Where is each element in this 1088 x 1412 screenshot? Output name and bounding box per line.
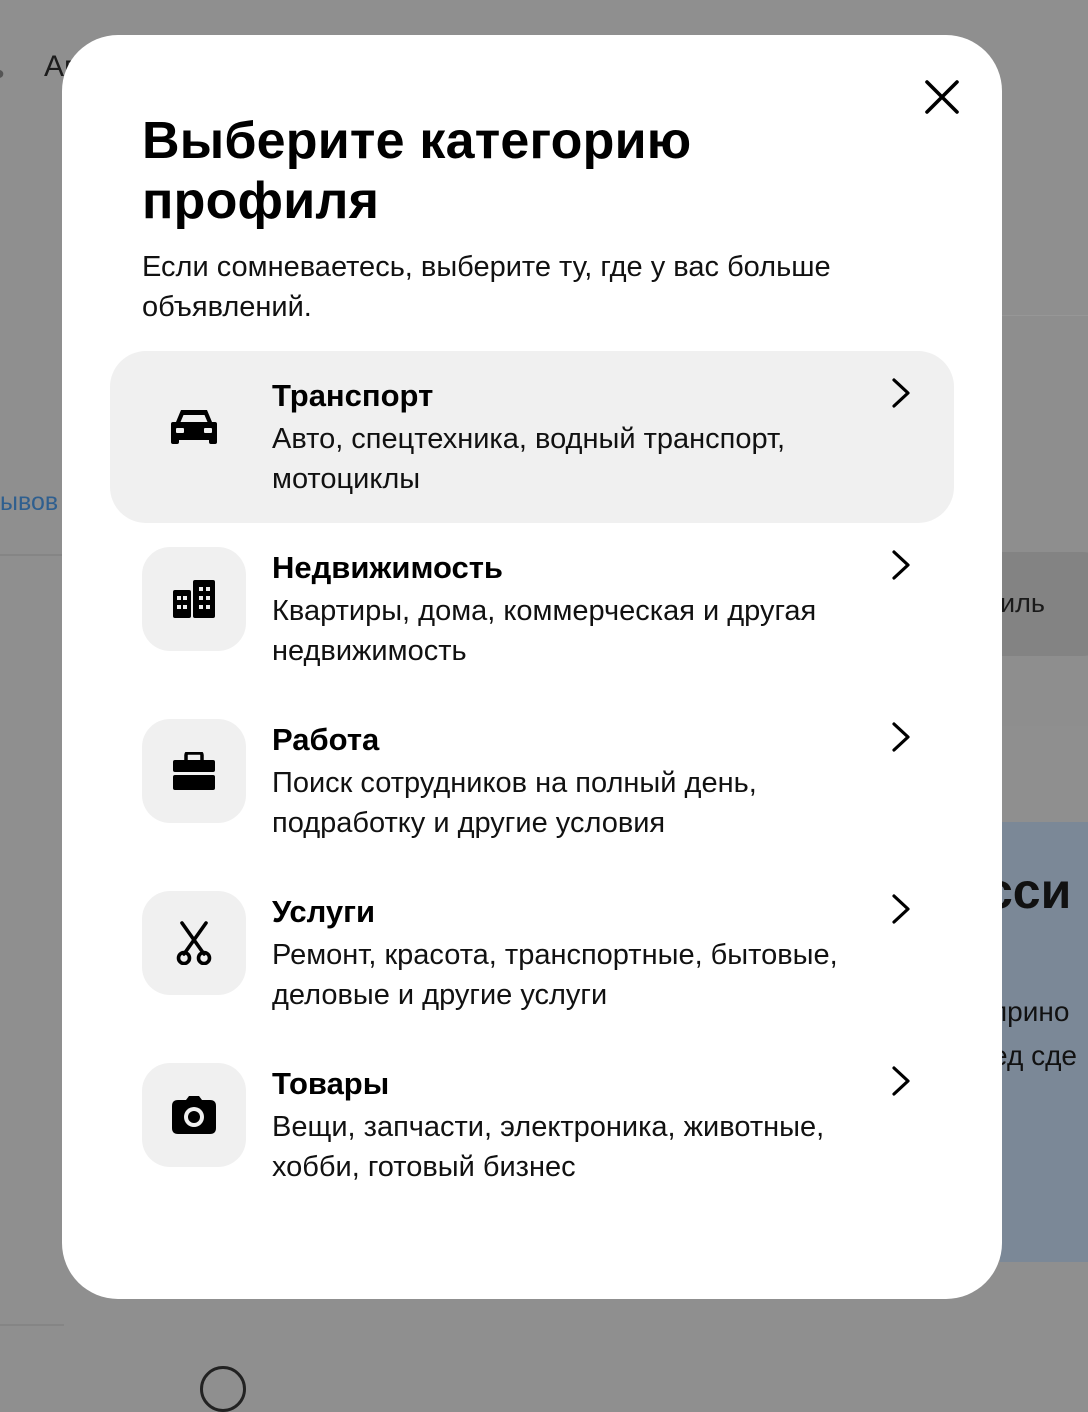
category-item-real-estate[interactable]: Недвижимость Квартиры, дома, коммерческа… xyxy=(110,523,954,695)
chevron-right-icon xyxy=(892,894,910,924)
category-icon-container xyxy=(142,719,246,823)
category-description: Авто, спецтехника, водный транспорт, мот… xyxy=(272,423,786,495)
background-banner-text: ед сде xyxy=(992,1040,1077,1071)
category-description: Ремонт, красота, транспортные, бытовые, … xyxy=(272,939,838,1011)
category-icon-container xyxy=(142,1063,246,1167)
category-icon-container xyxy=(142,547,246,651)
camera-icon xyxy=(172,1096,216,1134)
background-breadcrumb-separator: • xyxy=(0,58,5,92)
category-list: Транспорт Авто, спецтехника, водный тран… xyxy=(110,351,954,1211)
close-icon xyxy=(925,80,959,114)
background-banner-text: прино xyxy=(992,996,1070,1027)
category-title: Товары xyxy=(272,1066,390,1101)
category-title: Транспорт xyxy=(272,378,434,413)
background-icon xyxy=(200,1366,246,1412)
category-title: Недвижимость xyxy=(272,550,503,585)
scissors-icon xyxy=(176,921,212,965)
category-title: Работа xyxy=(272,722,380,757)
category-item-transport[interactable]: Транспорт Авто, спецтехника, водный тран… xyxy=(110,351,954,523)
modal-title: Выберите категорию профиля xyxy=(142,112,692,230)
chevron-right-icon xyxy=(892,550,910,580)
category-modal: Выберите категорию профиля Если сомневае… xyxy=(62,35,1002,1299)
car-icon xyxy=(171,410,217,444)
background-divider xyxy=(0,1324,64,1326)
background-pill-label: иль xyxy=(1000,588,1045,618)
close-button[interactable] xyxy=(918,73,966,121)
category-title: Услуги xyxy=(272,894,376,929)
briefcase-icon xyxy=(173,752,215,790)
category-item-services[interactable]: Услуги Ремонт, красота, транспортные, бы… xyxy=(110,867,954,1039)
category-icon-container xyxy=(142,891,246,995)
background-link: ывов xyxy=(0,488,59,516)
category-description: Вещи, запчасти, электроника, животные, х… xyxy=(272,1111,825,1183)
category-item-jobs[interactable]: Работа Поиск сотрудников на полный день,… xyxy=(110,695,954,867)
background-right-panel xyxy=(1000,315,1088,726)
category-item-goods[interactable]: Товары Вещи, запчасти, электроника, живо… xyxy=(110,1039,954,1211)
chevron-right-icon xyxy=(892,378,910,408)
modal-subtitle: Если сомневаетесь, выберите ту, где у ва… xyxy=(142,251,831,323)
chevron-right-icon xyxy=(892,722,910,752)
category-description: Поиск сотрудников на полный день, подраб… xyxy=(272,767,757,839)
chevron-right-icon xyxy=(892,1066,910,1096)
category-description: Квартиры, дома, коммерческая и другая не… xyxy=(272,595,817,667)
building-icon xyxy=(173,580,215,618)
background-divider xyxy=(0,554,64,556)
category-icon-container xyxy=(142,375,246,479)
